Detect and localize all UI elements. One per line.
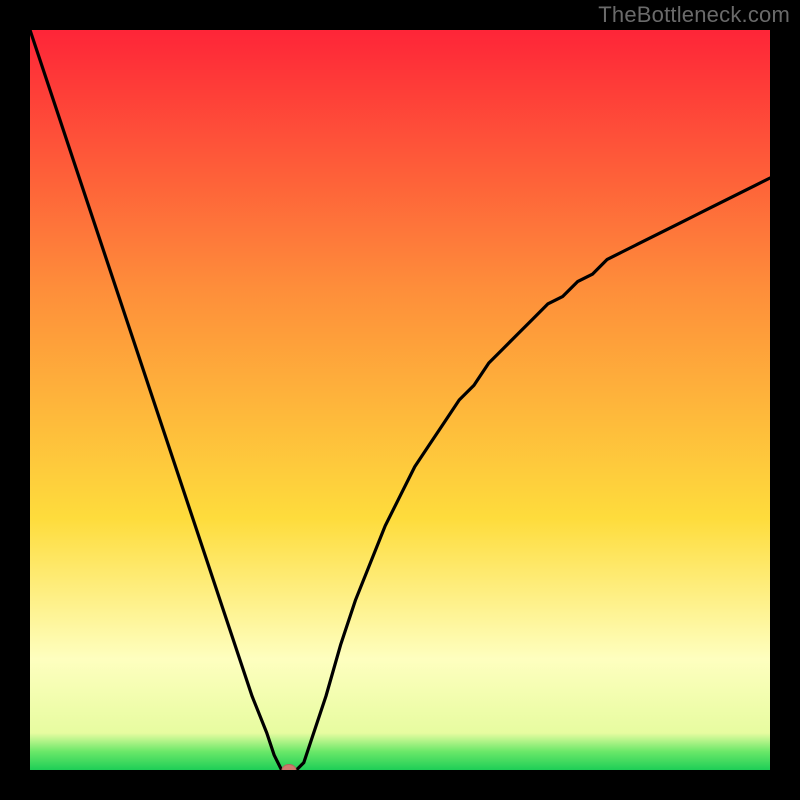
- chart-container: TheBottleneck.com: [0, 0, 800, 800]
- plot-area: [30, 30, 770, 770]
- chart-svg: [30, 30, 770, 770]
- gradient-bg: [30, 30, 770, 770]
- watermark-label: TheBottleneck.com: [598, 2, 790, 28]
